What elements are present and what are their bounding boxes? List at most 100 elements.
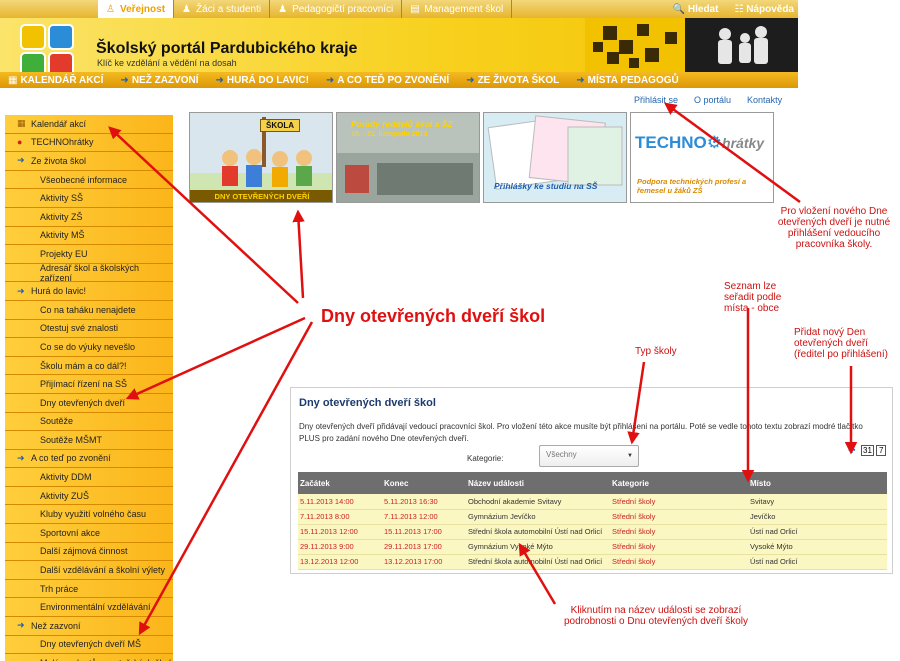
banner-technohratky[interactable]: TECHNO⚙hrátky Podpora technických profes… bbox=[630, 112, 774, 203]
sidebar-item-label: Aktivity ZŠ bbox=[40, 211, 83, 222]
sidebar-item[interactable]: Dny otevřených dveří bbox=[5, 393, 173, 413]
sidebar-item[interactable]: Přijímací řízení na SŠ bbox=[5, 375, 173, 394]
help-link[interactable]: ☷ Nápověda bbox=[734, 4, 794, 15]
sidebar-item[interactable]: Aktivity ZŠ bbox=[5, 207, 173, 227]
sidebar-item-label: Aktivity SŠ bbox=[40, 193, 84, 204]
contacts-link[interactable]: Kontakty bbox=[747, 95, 782, 105]
sidebar-item[interactable]: Adresář škol a školských zařízení bbox=[5, 263, 173, 283]
calendar-month-icon[interactable]: 31 bbox=[861, 445, 874, 456]
nav-hura-do-lavic[interactable]: ➜ HURÁ DO LAVIC! bbox=[207, 75, 317, 86]
banner-directors-meeting[interactable]: Porady ředitelů škol a ŠZ 18. - 22. list… bbox=[336, 112, 480, 203]
sidebar-item[interactable]: Soutěže bbox=[5, 412, 173, 432]
cell-start: 13.12.2013 12:00 bbox=[298, 554, 382, 570]
table-row[interactable]: 15.11.2013 12:00 15.11.2013 17:00 Střední … bbox=[298, 524, 887, 540]
cell-event-name[interactable]: Obchodní akademie Svitavy bbox=[466, 494, 610, 510]
plus-icon[interactable]: ✚ bbox=[848, 445, 856, 456]
arrow-right-icon: ➜ bbox=[466, 74, 475, 86]
col-place[interactable]: Místo bbox=[748, 472, 887, 494]
sidebar-item[interactable]: Aktivity DDM bbox=[5, 468, 173, 487]
banner-open-days-caption: DNY OTEVŘENÝCH DVEŘÍ bbox=[214, 192, 310, 201]
annotation-main-title: Dny otevřených dveří škol bbox=[321, 306, 546, 326]
col-start[interactable]: Začátek bbox=[298, 472, 382, 494]
sidebar-item[interactable]: ▦ Kalendář akcí bbox=[5, 115, 173, 134]
sidebar-item[interactable]: Dny otevřených dveří MŠ bbox=[5, 635, 173, 655]
col-category[interactable]: Kategorie bbox=[610, 472, 748, 494]
sidebar-item-label: Aktivity DDM bbox=[40, 472, 92, 483]
sidebar-item[interactable]: Aktivity ZUŠ bbox=[5, 486, 173, 506]
sidebar-item[interactable]: ● TECHNOhrátky bbox=[5, 133, 173, 153]
sidebar-item[interactable]: Projekty EU bbox=[5, 245, 173, 264]
sidebar-item[interactable]: Aktivity SŠ bbox=[5, 189, 173, 208]
table-row[interactable]: 5.11.2013 14:00 5.11.2013 16:30 Obchodní a… bbox=[298, 494, 887, 510]
tab-verejnost[interactable]: ♙ Veřejnost bbox=[98, 0, 175, 18]
header-links: Přihlásit se O portálu Kontakty bbox=[634, 95, 782, 105]
panel-title: Dny otevřených dveří škol bbox=[299, 397, 436, 409]
sidebar-item-label: Další vzdělávání a školní výlety bbox=[40, 565, 166, 576]
cell-end: 5.11.2013 16:30 bbox=[382, 494, 466, 510]
sidebar-item[interactable]: Environmentální vzdělávání bbox=[5, 598, 173, 618]
sidebar-item-label: Sportovní akce bbox=[40, 527, 101, 538]
sidebar-item[interactable]: Všeobecné informace bbox=[5, 170, 173, 190]
cell-event-name[interactable]: Gymnázium Vysoké Mýto bbox=[466, 539, 610, 555]
banner-applications[interactable]: Přihlášky ke studiu na SŠ bbox=[483, 112, 627, 203]
sidebar-item[interactable]: Další vzdělávání a školní výlety bbox=[5, 561, 173, 580]
cell-event-name[interactable]: Střední škola automobilní Ústí nad Orlic… bbox=[466, 554, 610, 570]
cell-place: Vysoké Mýto bbox=[748, 539, 887, 555]
category-select[interactable]: Všechny ▼ bbox=[539, 445, 639, 467]
tab-zaci-studenti[interactable]: ♟ Žáci a studenti bbox=[174, 0, 271, 18]
header-puzzle-art bbox=[585, 18, 798, 72]
nav-ze-zivota-skol[interactable]: ➜ ZE ŽIVOTA ŠKOL bbox=[458, 75, 568, 86]
cell-end: 15.11.2013 17:00 bbox=[382, 524, 466, 540]
cell-category: Střední školy bbox=[610, 539, 748, 555]
nav-mista-pedagogu[interactable]: ➜ MÍSTA PEDAGOGŮ bbox=[568, 75, 688, 86]
sidebar-item-label: Co se do výuky nevešlo bbox=[40, 341, 136, 352]
sidebar-item-label: Hurá do lavic! bbox=[31, 286, 87, 297]
login-link[interactable]: Přihlásit se bbox=[634, 95, 678, 105]
cell-end: 29.11.2013 17:00 bbox=[382, 539, 466, 555]
sidebar-item[interactable]: ➜ A co teď po zvonění bbox=[5, 449, 173, 469]
sidebar-item-label: Co na taháku nenajdete bbox=[40, 304, 136, 315]
banner-open-days[interactable]: ŠKOLA DNY OTEVŘENÝCH DVEŘÍ bbox=[189, 112, 333, 203]
sidebar-item[interactable]: Aktivity MŠ bbox=[5, 226, 173, 246]
cell-end: 13.12.2013 17:00 bbox=[382, 554, 466, 570]
table-row[interactable]: 7.11.2013 8:00 7.11.2013 12:00 Gymnázium J… bbox=[298, 509, 887, 525]
sidebar-item[interactable]: Otestuj své znalosti bbox=[5, 319, 173, 339]
tab-pedagogicti-pracovnici[interactable]: ♟ Pedagogičtí pracovníci bbox=[270, 0, 403, 18]
puzzle-logo[interactable] bbox=[20, 24, 75, 79]
cell-event-name[interactable]: Gymnázium Jevíčko bbox=[466, 509, 610, 525]
sidebar-item-label: Projekty EU bbox=[40, 248, 88, 259]
chevron-down-icon: ▼ bbox=[627, 453, 633, 459]
col-end[interactable]: Konec bbox=[382, 472, 466, 494]
sidebar-item[interactable]: Školu mám a co dál?! bbox=[5, 356, 173, 376]
sidebar-item-label: Kalendář akcí bbox=[31, 118, 87, 129]
sidebar-item[interactable]: ➜ Hurá do lavic! bbox=[5, 282, 173, 301]
sidebar-item[interactable]: Malým adeptům mateřských škol bbox=[5, 654, 173, 661]
tab-management-skol[interactable]: ▤ Management škol bbox=[402, 0, 513, 18]
table-row[interactable]: 29.11.2013 9:00 29.11.2013 17:00 Gymnázium… bbox=[298, 539, 887, 555]
annotation-type: Typ školy bbox=[635, 346, 677, 357]
about-link[interactable]: O portálu bbox=[694, 95, 731, 105]
calendar-week-icon[interactable]: 7 bbox=[876, 445, 887, 456]
col-event-name[interactable]: Název události bbox=[466, 472, 610, 494]
top-right-links: 🔍 Hledat ☷ Nápověda bbox=[673, 0, 794, 18]
nav-kalendar-akci[interactable]: ▦ KALENDÁŘ AKCÍ bbox=[0, 75, 112, 86]
school-sign: ŠKOLA bbox=[260, 119, 300, 132]
nav-a-co-ted[interactable]: ➜ A CO TEĎ PO ZVONĚNÍ bbox=[318, 75, 458, 86]
sidebar-item[interactable]: Další zájmová činnost bbox=[5, 542, 173, 562]
sidebar-item[interactable]: Kluby využití volného času bbox=[5, 505, 173, 525]
sidebar-item[interactable]: Trh práce bbox=[5, 579, 173, 599]
sidebar-item[interactable]: Co se do výuky nevešlo bbox=[5, 338, 173, 357]
search-link[interactable]: 🔍 Hledat bbox=[673, 4, 719, 15]
site-subtitle: Klíč ke vzdělání a vědění na dosah bbox=[97, 58, 237, 68]
sidebar-item[interactable]: Sportovní akce bbox=[5, 524, 173, 543]
cell-event-name[interactable]: Střední škola automobilní Ústí nad Orlic… bbox=[466, 524, 610, 540]
sidebar-item[interactable]: ➜ Než zazvoní bbox=[5, 617, 173, 636]
sidebar-item[interactable]: Soutěže MŠMT bbox=[5, 431, 173, 450]
table-row[interactable]: 13.12.2013 12:00 13.12.2013 17:00 Střední … bbox=[298, 554, 887, 570]
table-header-row: Začátek Konec Název události Kategorie M… bbox=[298, 472, 887, 494]
nav-nez-zazvoni[interactable]: ➜ NEŽ ZAZVONÍ bbox=[112, 75, 207, 86]
sidebar-item[interactable]: ➜ Ze života škol bbox=[5, 152, 173, 171]
sidebar-item-label: A co teď po zvonění bbox=[31, 453, 111, 464]
people-icon: ♙ bbox=[106, 3, 115, 15]
sidebar-item[interactable]: Co na taháku nenajdete bbox=[5, 300, 173, 320]
